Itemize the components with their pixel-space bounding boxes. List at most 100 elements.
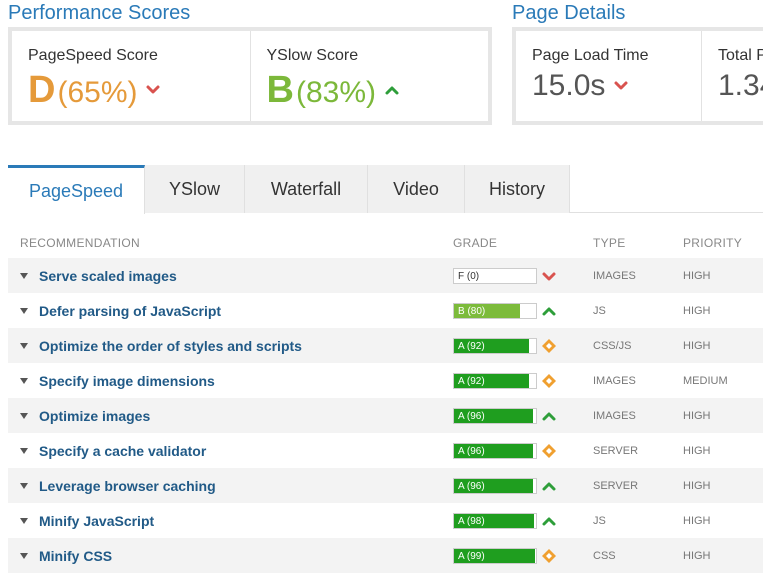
recommendation-priority: HIGH	[683, 305, 711, 317]
tab-video[interactable]: Video	[368, 165, 465, 213]
expand-caret-icon[interactable]	[20, 518, 28, 524]
table-row[interactable]: Specify image dimensions A (92) IMAGES MEDI…	[8, 363, 763, 398]
expand-caret-icon[interactable]	[20, 343, 28, 349]
recommendation-type: CSS	[593, 550, 616, 562]
recommendation-name[interactable]: Specify a cache validator	[39, 443, 206, 459]
tab-history[interactable]: History	[465, 165, 570, 213]
recommendation-type: SERVER	[593, 445, 639, 457]
recommendation-type: IMAGES	[593, 375, 636, 387]
pagespeed-grade-letter: D	[28, 69, 56, 111]
expand-caret-icon[interactable]	[20, 483, 28, 489]
pagespeed-score-label: PageSpeed Score	[28, 47, 158, 64]
recommendation-type: SERVER	[593, 480, 639, 492]
grade-bar: A (96)	[453, 408, 537, 424]
recommendation-priority: HIGH	[683, 410, 711, 422]
column-header-priority: PRIORITY	[683, 236, 743, 250]
chevron-up-icon	[542, 517, 556, 526]
grade-label: A (96)	[458, 411, 485, 422]
recommendation-priority: HIGH	[683, 445, 711, 457]
grade-bar: A (96)	[453, 443, 537, 459]
tab-pagespeed[interactable]: PageSpeed	[8, 165, 145, 214]
grade-label: A (92)	[458, 341, 485, 352]
grade-bar: F (0)	[453, 268, 537, 284]
page-load-time-label: Page Load Time	[532, 47, 649, 64]
report-tabs: PageSpeed YSlow Waterfall Video History	[8, 165, 763, 214]
table-row[interactable]: Optimize the order of styles and scripts…	[8, 328, 763, 363]
recommendation-priority: HIGH	[683, 480, 711, 492]
recommendation-name[interactable]: Optimize the order of styles and scripts	[39, 338, 302, 354]
column-header-recommendation: RECOMMENDATION	[20, 236, 140, 250]
grade-label: F (0)	[458, 271, 480, 282]
table-row[interactable]: Minify CSS A (99) CSS HIGH	[8, 538, 763, 573]
recommendation-name[interactable]: Minify CSS	[39, 548, 112, 564]
table-row[interactable]: Serve scaled images F (0) IMAGES HIGH	[8, 258, 763, 293]
chevron-up-icon	[385, 86, 399, 95]
pagespeed-score-value: D (65%)	[28, 71, 250, 109]
recommendation-priority: HIGH	[683, 515, 711, 527]
column-header-grade: GRADE	[453, 236, 498, 250]
grade-label: A (98)	[458, 516, 485, 527]
recommendation-priority: HIGH	[683, 340, 711, 352]
expand-caret-icon[interactable]	[20, 273, 28, 279]
chevron-down-icon	[614, 81, 628, 90]
recommendation-priority: HIGH	[683, 270, 711, 282]
yslow-score-label: YSlow Score	[266, 47, 359, 64]
page-details-cards: Page Load Time 15.0s Total P 1.34	[516, 31, 763, 121]
yslow-grade-letter: B	[266, 69, 294, 111]
recommendation-priority: HIGH	[683, 550, 711, 562]
chevron-up-icon	[542, 482, 556, 491]
recommendation-type: IMAGES	[593, 410, 636, 422]
grade-bar: A (92)	[453, 373, 537, 389]
page-load-time-value: 15.0s	[532, 71, 701, 101]
recommendation-name[interactable]: Specify image dimensions	[39, 373, 215, 389]
expand-caret-icon[interactable]	[20, 308, 28, 314]
diamond-icon	[542, 374, 556, 388]
recommendations-table-header: RECOMMENDATION GRADE TYPE PRIORITY	[20, 236, 763, 252]
pagespeed-score-card: PageSpeed Score D (65%)	[12, 31, 251, 121]
chevron-down-icon	[542, 272, 556, 281]
expand-caret-icon[interactable]	[20, 413, 28, 419]
yslow-score-value: B (83%)	[267, 71, 489, 109]
column-header-type: TYPE	[593, 236, 626, 250]
diamond-icon	[542, 444, 556, 458]
chevron-up-icon	[542, 412, 556, 421]
recommendation-name[interactable]: Defer parsing of JavaScript	[39, 303, 221, 319]
chevron-down-icon	[146, 85, 160, 94]
total-page-size-label: Total P	[718, 47, 763, 64]
recommendation-priority: MEDIUM	[683, 375, 728, 387]
recommendation-name[interactable]: Minify JavaScript	[39, 513, 154, 529]
performance-scores-title: Performance Scores	[8, 2, 191, 24]
diamond-icon	[542, 339, 556, 353]
expand-caret-icon[interactable]	[20, 448, 28, 454]
grade-bar: B (80)	[453, 303, 537, 319]
page-details-panel: Page Load Time 15.0s Total P 1.34	[512, 27, 763, 125]
grade-bar: A (96)	[453, 478, 537, 494]
expand-caret-icon[interactable]	[20, 378, 28, 384]
recommendation-type: JS	[593, 515, 606, 527]
grade-label: A (96)	[458, 446, 485, 457]
total-page-size-card: Total P 1.34	[702, 31, 763, 121]
recommendation-name[interactable]: Serve scaled images	[39, 268, 177, 284]
tab-waterfall[interactable]: Waterfall	[245, 165, 368, 213]
recommendation-name[interactable]: Leverage browser caching	[39, 478, 216, 494]
total-page-size-number: 1.34	[718, 69, 763, 102]
table-row[interactable]: Leverage browser caching A (96) SERVER HIGH	[8, 468, 763, 503]
recommendation-name[interactable]: Optimize images	[39, 408, 150, 424]
yslow-score-card: YSlow Score B (83%)	[251, 31, 489, 121]
grade-label: A (92)	[458, 376, 485, 387]
grade-label: A (96)	[458, 481, 485, 492]
table-row[interactable]: Minify JavaScript A (98) JS HIGH	[8, 503, 763, 538]
chevron-up-icon	[542, 307, 556, 316]
grade-bar: A (92)	[453, 338, 537, 354]
page-load-time-number: 15.0s	[532, 69, 606, 102]
table-row[interactable]: Defer parsing of JavaScript B (80) JS HIGH	[8, 293, 763, 328]
page-load-time-card: Page Load Time 15.0s	[516, 31, 702, 121]
recommendation-type: JS	[593, 305, 606, 317]
recommendation-type: IMAGES	[593, 270, 636, 282]
grade-bar: A (99)	[453, 548, 537, 564]
tab-yslow[interactable]: YSlow	[145, 165, 245, 213]
table-row[interactable]: Specify a cache validator A (96) SERVER HIG…	[8, 433, 763, 468]
table-row[interactable]: Optimize images A (96) IMAGES HIGH	[8, 398, 763, 433]
recommendation-type: CSS/JS	[593, 340, 632, 352]
expand-caret-icon[interactable]	[20, 553, 28, 559]
